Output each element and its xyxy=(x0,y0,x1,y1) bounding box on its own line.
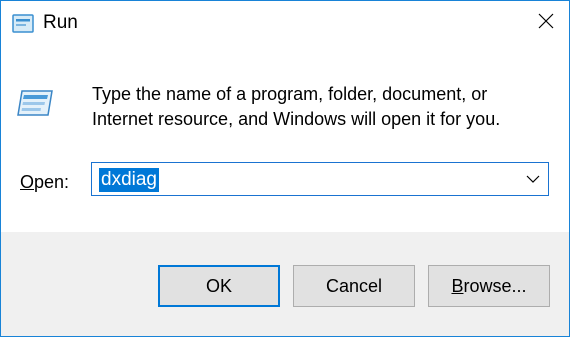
button-bar: OK Cancel Browse... xyxy=(1,232,569,336)
open-label-mnemonic: O xyxy=(20,172,35,192)
open-label: Open: xyxy=(20,171,69,193)
open-combobox[interactable]: dxdiag xyxy=(91,162,549,196)
open-label-text: pen: xyxy=(34,172,70,192)
run-dialog: Run Type the name of a program, folder, … xyxy=(0,0,570,337)
chevron-down-icon[interactable] xyxy=(526,172,540,186)
cancel-button[interactable]: Cancel xyxy=(293,265,415,307)
description-text: Type the name of a program, folder, docu… xyxy=(92,84,501,129)
run-program-icon xyxy=(17,83,57,123)
window-title: Run xyxy=(43,12,78,33)
browse-button-label: rowse... xyxy=(463,275,527,296)
close-icon xyxy=(538,13,554,34)
cancel-button-label: Cancel xyxy=(325,275,383,296)
title-bar[interactable]: Run xyxy=(1,1,569,46)
browse-button[interactable]: Browse... xyxy=(428,265,550,307)
open-input[interactable]: dxdiag xyxy=(99,168,159,192)
run-dialog-icon xyxy=(12,14,34,33)
browse-button-mnemonic: B xyxy=(451,275,464,296)
ok-button-label: OK xyxy=(205,275,232,296)
ok-button[interactable]: OK xyxy=(158,265,280,307)
dialog-content: Type the name of a program, folder, docu… xyxy=(1,46,569,232)
close-button[interactable] xyxy=(523,1,569,46)
